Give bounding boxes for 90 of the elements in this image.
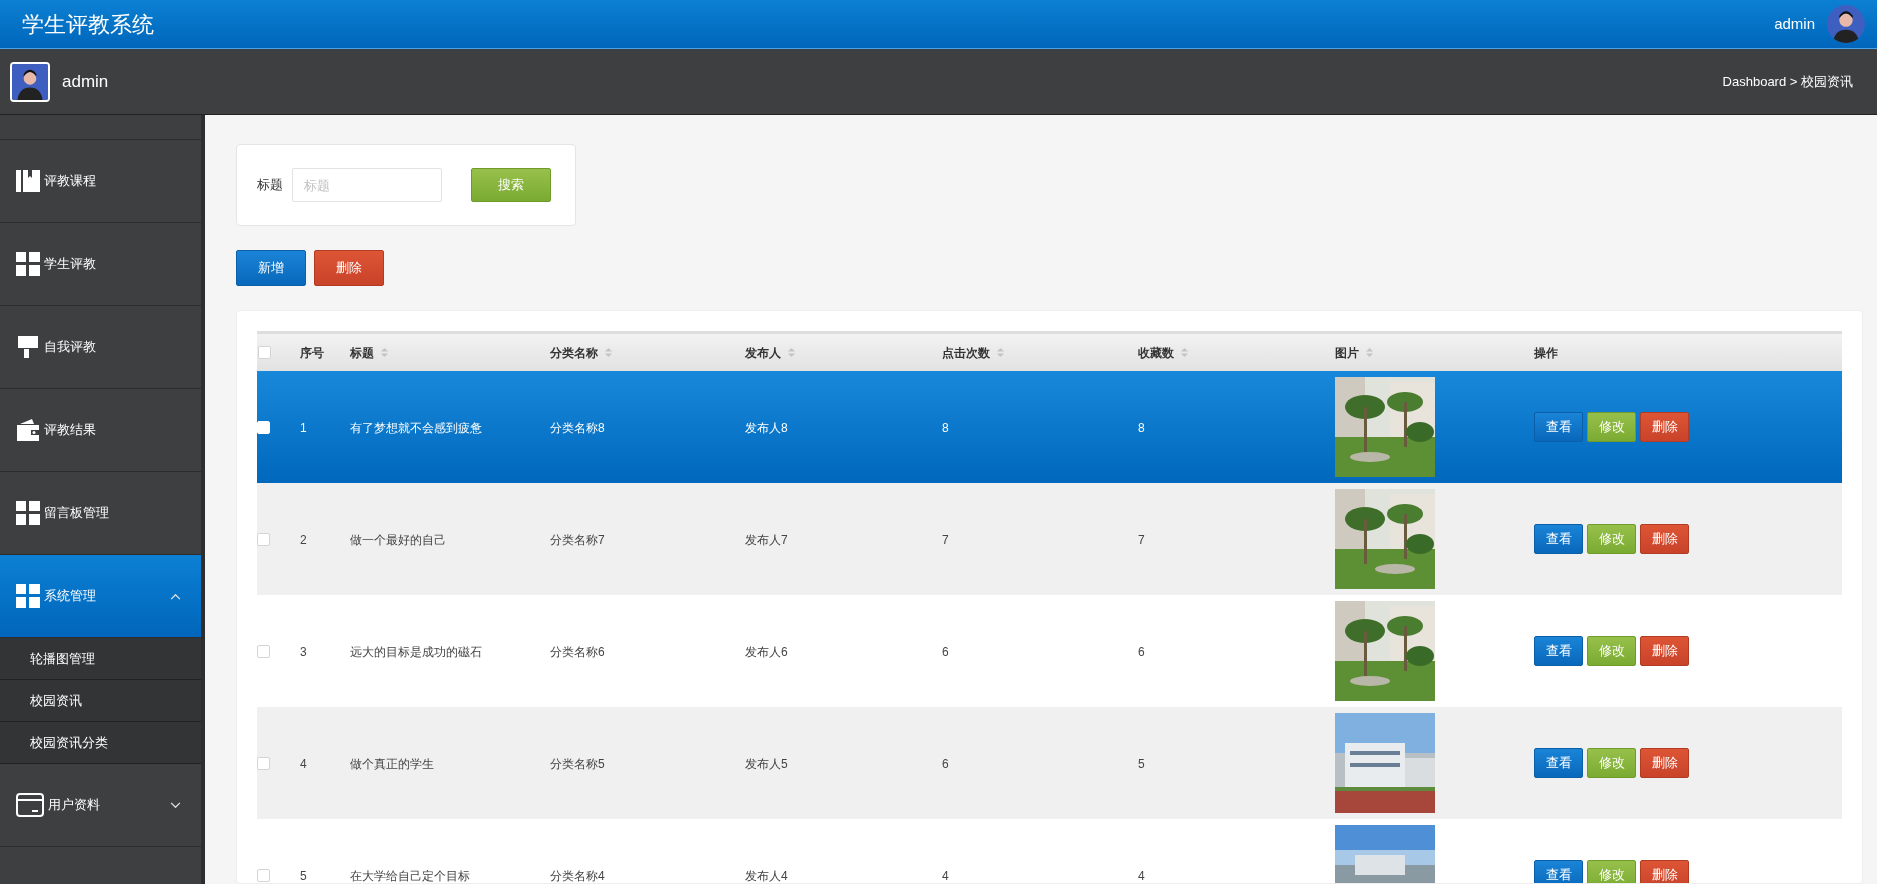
checkbox[interactable]	[257, 868, 270, 882]
menu-item[interactable]: 评教课程	[0, 140, 201, 223]
column-header[interactable]: 图片	[1335, 343, 1374, 362]
chevron-down-icon	[170, 801, 181, 809]
table-cell: 远大的目标是成功的磁石	[350, 645, 482, 659]
checkbox[interactable]	[257, 532, 270, 546]
menu-item[interactable]: 自我评教	[0, 306, 201, 389]
table-cell: 发布人8	[745, 421, 788, 435]
table-row[interactable]: 4 做个真正的学生 分类名称5 发布人5 6 5 查看 修改 删除	[257, 707, 1842, 819]
table-cell: 8	[1138, 421, 1145, 435]
table-cell: 在大学给自己定个目标	[350, 869, 470, 883]
column-header: 操作	[1534, 344, 1558, 362]
table-cell: 发布人4	[745, 869, 788, 883]
view-button[interactable]: 查看	[1534, 524, 1583, 554]
table-cell: 5	[300, 869, 307, 883]
add-button[interactable]: 新增	[236, 250, 306, 286]
view-button[interactable]: 查看	[1534, 748, 1583, 778]
delete-button[interactable]: 删除	[1640, 860, 1689, 883]
user-name: admin	[62, 70, 109, 93]
table-cell: 分类名称5	[550, 757, 605, 771]
wallet-icon	[16, 418, 40, 442]
submenu-item[interactable]: 校园资讯分类	[0, 722, 201, 764]
breadcrumb: Dashboard > 校园资讯	[1722, 72, 1853, 91]
checkbox[interactable]	[257, 756, 270, 770]
table-cell: 做个真正的学生	[350, 757, 434, 771]
table-cell: 分类名称6	[550, 645, 605, 659]
card-icon	[16, 793, 44, 817]
table-cell: 2	[300, 533, 307, 547]
table-cell: 4	[942, 869, 949, 883]
menu-item[interactable]: 评教结果	[0, 389, 201, 472]
table-cell: 6	[942, 645, 949, 659]
menu-item[interactable]: 用户资料	[0, 764, 201, 847]
sort-icon[interactable]	[380, 347, 389, 358]
view-button[interactable]: 查看	[1534, 860, 1583, 883]
menu-item[interactable]: 学生评教	[0, 223, 201, 306]
table-cell: 发布人7	[745, 533, 788, 547]
table-row[interactable]: 2 做一个最好的自己 分类名称7 发布人7 7 7 查看 修改 删除	[257, 483, 1842, 595]
table-cell: 分类名称8	[550, 421, 605, 435]
table-cell: 3	[300, 645, 307, 659]
delete-button[interactable]: 删除	[1640, 748, 1689, 778]
delete-button[interactable]: 删除	[1640, 636, 1689, 666]
column-header[interactable]: 分类名称	[550, 343, 613, 362]
column-header[interactable]: 点击次数	[942, 343, 1005, 362]
column-header: 序号	[300, 344, 324, 362]
table-cell: 6	[942, 757, 949, 771]
sort-icon[interactable]	[996, 347, 1005, 358]
column-header[interactable]: 收藏数	[1138, 343, 1189, 362]
sort-icon[interactable]	[604, 347, 613, 358]
sort-icon[interactable]	[1180, 347, 1189, 358]
table-cell: 8	[942, 421, 949, 435]
table-cell: 1	[300, 421, 307, 435]
table-cell: 发布人5	[745, 757, 788, 771]
table-cell: 5	[1138, 757, 1145, 771]
menu-item[interactable]: 系统管理	[0, 555, 201, 638]
table-cell: 4	[300, 757, 307, 771]
sort-icon[interactable]	[787, 347, 796, 358]
app-title: 学生评教系统	[22, 10, 154, 39]
title-field[interactable]: 标题	[292, 168, 442, 202]
delete-button[interactable]: 删除	[1640, 412, 1689, 442]
table-cell: 分类名称4	[550, 869, 605, 883]
checkbox[interactable]	[258, 346, 271, 359]
sort-icon[interactable]	[1365, 347, 1374, 358]
search-label: 标题	[257, 176, 283, 195]
checkbox[interactable]	[257, 644, 270, 658]
view-button[interactable]: 查看	[1534, 636, 1583, 666]
submenu-item[interactable]: 轮播图管理	[0, 638, 201, 680]
delete-button[interactable]: 删除	[314, 250, 384, 286]
avatar-icon	[1827, 5, 1865, 43]
table-cell: 发布人6	[745, 645, 788, 659]
avatar-icon	[10, 61, 50, 102]
grid-icon	[16, 501, 40, 525]
book-icon	[16, 169, 40, 193]
table-cell: 分类名称7	[550, 533, 605, 547]
column-header[interactable]: 标题	[350, 343, 389, 362]
table-cell: 6	[1138, 645, 1145, 659]
column-header[interactable]: 发布人	[745, 343, 796, 362]
submenu-item[interactable]: 校园资讯	[0, 680, 201, 722]
grid-icon	[16, 252, 40, 276]
table-cell: 做一个最好的自己	[350, 533, 446, 547]
table-cell: 4	[1138, 869, 1145, 883]
delete-button[interactable]: 删除	[1640, 524, 1689, 554]
view-button[interactable]: 查看	[1534, 412, 1583, 442]
table-cell: 7	[942, 533, 949, 547]
chevron-up-icon	[170, 592, 181, 600]
brush-icon	[16, 335, 40, 359]
table-cell: 有了梦想就不会感到疲惫	[350, 421, 482, 435]
user-name[interactable]: admin	[1774, 12, 1815, 36]
table-cell: 7	[1138, 533, 1145, 547]
grid-icon	[16, 584, 40, 608]
table-row[interactable]: 1 有了梦想就不会感到疲惫 分类名称8 发布人8 8 8 查看 修改 删除	[257, 371, 1842, 483]
